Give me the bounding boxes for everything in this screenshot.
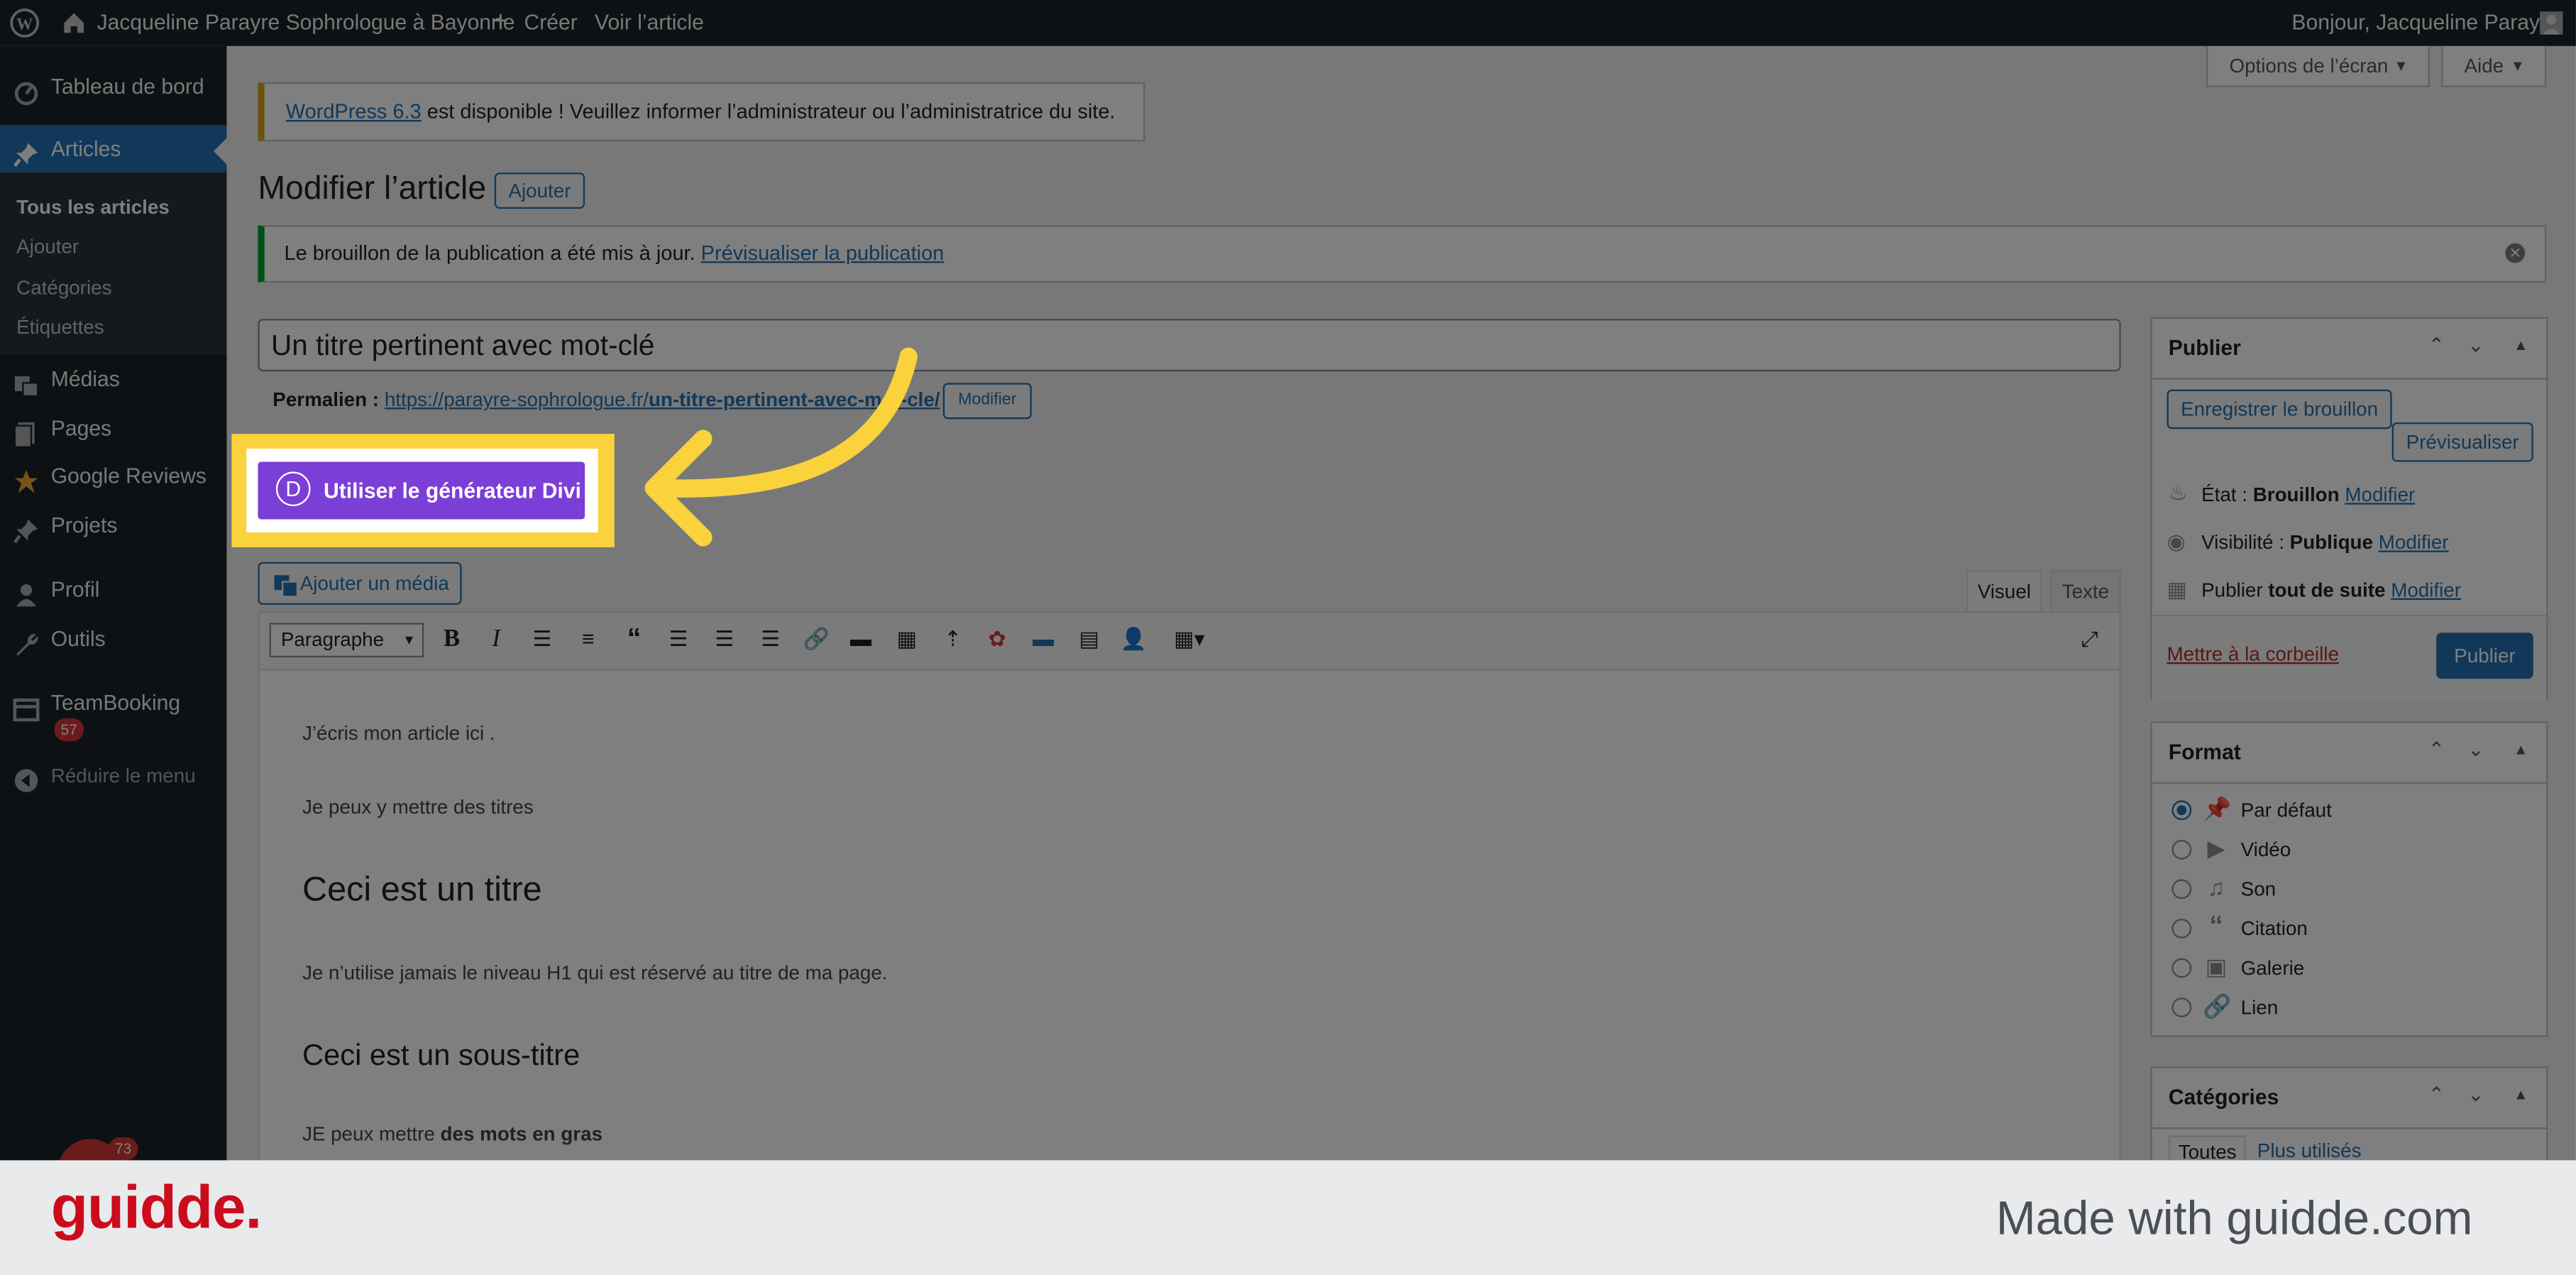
divi-builder-label: Utiliser le générateur Divi — [324, 478, 582, 503]
screen: W Jacqueline Parayre Sophrologue à Bayon… — [0, 0, 2576, 1275]
made-with-guidde-text: Made with guidde.com — [1996, 1193, 2473, 1246]
pointer-arrow-icon — [644, 347, 918, 547]
divi-logo-icon: D — [275, 471, 311, 507]
guidde-logo: guidde. — [50, 1173, 263, 1241]
divi-builder-button[interactable]: D Utiliser le générateur Divi — [258, 461, 585, 520]
dim-overlay — [0, 0, 2576, 1164]
guidde-footer: guidde. Made with guidde.com — [0, 1160, 2576, 1275]
